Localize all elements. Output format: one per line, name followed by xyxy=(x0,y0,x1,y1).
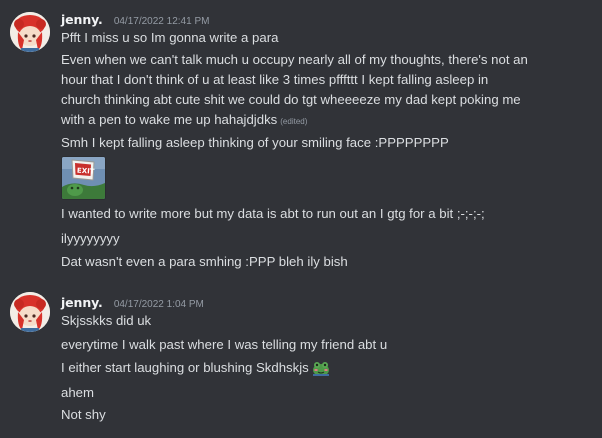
message-text: Pfft I miss u so Im gonna write a para xyxy=(61,30,279,45)
exit-sign-text: EXIT xyxy=(77,167,95,176)
avatar-image xyxy=(10,292,50,332)
avatar-image xyxy=(10,12,50,52)
message-text: Skjsskks did uk xyxy=(61,313,152,328)
message-list: jenny. 04/17/2022 12:41 PM Pfft I miss u… xyxy=(0,0,602,438)
message-text: ahem xyxy=(61,385,94,400)
image-attachment[interactable]: EXIT xyxy=(61,156,106,200)
message-text: Smh I kept falling asleep thinking of yo… xyxy=(61,135,449,150)
message-timestamp[interactable]: 04/17/2022 1:04 PM xyxy=(114,299,204,310)
avatar[interactable] xyxy=(10,12,50,52)
author-name[interactable]: jenny. xyxy=(61,295,103,310)
avatar[interactable] xyxy=(10,292,50,332)
exit-sign-image: EXIT xyxy=(62,157,105,199)
message-header: jenny. 04/17/2022 12:41 PM xyxy=(61,9,209,27)
message-text: with a pen to wake me up hahajdjdks xyxy=(61,112,278,127)
message-text: hour that I don't think of u at least li… xyxy=(61,72,489,87)
message-text: church thinking abt cute shit we could d… xyxy=(61,92,521,107)
message-text: Not shy xyxy=(61,407,106,422)
message-timestamp[interactable]: 04/17/2022 12:41 PM xyxy=(114,16,210,27)
message-text: I wanted to write more but my data is ab… xyxy=(61,206,485,221)
blushing-frog-emoji-icon xyxy=(312,360,330,383)
message-text: ilyyyyyyyy xyxy=(61,231,120,246)
edited-label: (edited) xyxy=(280,117,308,126)
message-text: Even when we can't talk much u occupy ne… xyxy=(61,52,528,67)
message-text: Dat wasn't even a para smhing :PPP bleh … xyxy=(61,254,348,269)
message-text-edited: with a pen to wake me up hahajdjdks (edit… xyxy=(61,109,597,133)
message-text: everytime I walk past where I was tellin… xyxy=(61,337,388,352)
message-text: I either start laughing or blushing Skdh… xyxy=(61,360,309,375)
message-header: jenny. 04/17/2022 1:04 PM xyxy=(61,292,204,310)
author-name[interactable]: jenny. xyxy=(61,12,103,27)
message-text-with-emoji: I either start laughing or blushing Skdh… xyxy=(61,357,597,383)
